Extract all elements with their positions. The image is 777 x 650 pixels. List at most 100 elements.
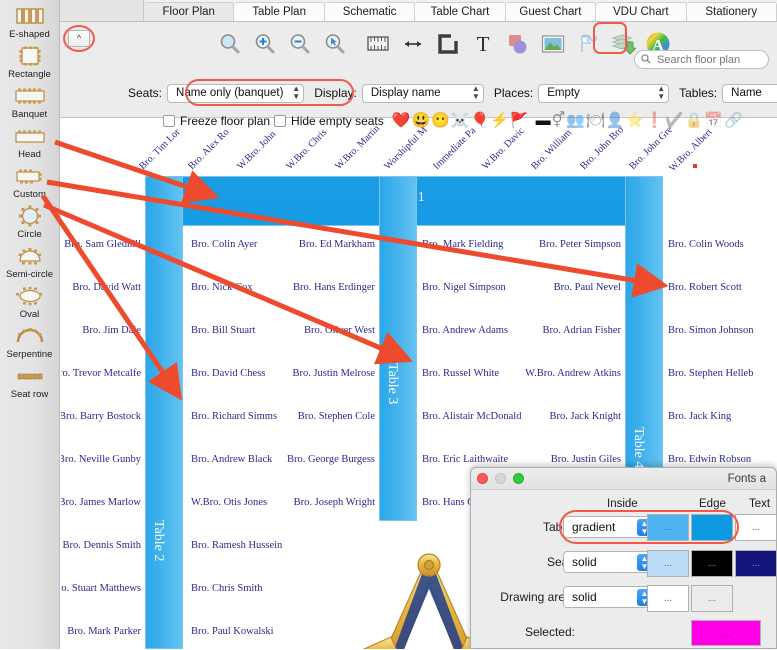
sidebar-item-semi-circle[interactable]: Semi-circle (0, 242, 59, 282)
selected-color-swatch[interactable]: ... (691, 620, 761, 646)
purple-face-icon[interactable]: 😶 (431, 113, 450, 129)
heart-icon[interactable]: ❤️ (392, 113, 411, 129)
zoom-icon[interactable] (513, 473, 524, 484)
person-add-icon[interactable]: 👤 (606, 113, 625, 129)
seat-label[interactable]: Bro. Justin Melrose (239, 368, 375, 379)
seat-label[interactable]: Bro. Barry Bostock (61, 411, 141, 422)
seat-label[interactable]: Bro. Paul Nevel (481, 282, 621, 293)
seat-label[interactable]: Bro. Ed Markham (239, 239, 375, 250)
zoom-selection-icon[interactable] (320, 29, 350, 59)
seat-label[interactable]: Bro. Adrian Fisher (481, 325, 621, 336)
seat-style-dropdown[interactable]: solid ▲ ▼ (563, 551, 655, 573)
table-2-shape[interactable]: Table 2 (145, 176, 183, 649)
arrows-horizontal-icon[interactable] (398, 29, 428, 59)
tab-table-plan[interactable]: Table Plan (234, 2, 325, 21)
table-edge-swatch[interactable]: ... (691, 514, 733, 541)
search-floor-plan-box[interactable] (634, 50, 769, 69)
tab-vdu-chart[interactable]: VDU Chart (596, 2, 687, 24)
seat-label[interactable]: Bro. Jack King (668, 411, 731, 422)
rotated-guest-name[interactable]: Bro. William (529, 127, 574, 172)
drawing-area-edge-swatch[interactable]: ... (691, 585, 733, 612)
group-icon[interactable]: 👥 (566, 113, 585, 129)
fonts-and-colors-dialog[interactable]: Fonts a Inside Edge Text Table: gradient… (470, 467, 777, 649)
seat-label[interactable]: W.Bro. Andrew Atkins (481, 368, 621, 379)
zoom-tool-icon[interactable] (215, 29, 245, 59)
seat-label[interactable]: Bro. Mark Parker (61, 626, 141, 637)
seat-label[interactable]: Bro. Sam Gledhill (61, 239, 141, 250)
search-input[interactable] (655, 52, 765, 67)
seat-label[interactable]: Bro. Robert Scott (668, 282, 742, 293)
seat-label[interactable]: Bro. Trevor Metcalfe (61, 368, 141, 379)
flag-icon[interactable]: 🚩 (510, 113, 529, 129)
grid-icon[interactable]: 📅 (704, 113, 723, 129)
table-inside-swatch[interactable]: ... (647, 514, 689, 541)
seat-label[interactable]: Bro. Hans Erdinger (239, 282, 375, 293)
exclamation-icon[interactable]: ❗ (645, 113, 664, 129)
seat-label[interactable]: Bro. Colin Woods (668, 239, 744, 250)
seat-label[interactable]: Bro. James Marlow (61, 497, 141, 508)
seat-label[interactable]: Bro. George Burgess (239, 454, 375, 465)
seat-label[interactable]: Bro. Edwin Robson (668, 454, 751, 465)
drawing-area-inside-swatch[interactable]: ... (647, 585, 689, 612)
zoom-in-icon[interactable] (250, 29, 280, 59)
tab-table-chart[interactable]: Table Chart (415, 2, 506, 21)
collapse-panel-button[interactable]: ^ (68, 30, 90, 47)
ruler-icon[interactable] (363, 29, 393, 59)
seat-label[interactable]: Bro. Oliver West (239, 325, 375, 336)
freeze-floor-plan-checkbox[interactable] (163, 115, 175, 127)
seat-label[interactable]: Bro. Hans C (422, 497, 474, 508)
hide-empty-seats-checkbox[interactable] (274, 115, 287, 127)
seat-label[interactable]: Bro. Stephen Helleb (668, 368, 753, 379)
zoom-out-icon[interactable] (285, 29, 315, 59)
display-dropdown[interactable]: Display name ▲ ▼ (361, 83, 484, 103)
tab-schematic[interactable]: Schematic (324, 2, 416, 21)
places-dropdown[interactable]: Empty ▲ ▼ (538, 83, 670, 103)
links-icon[interactable]: 🔗 (724, 113, 743, 129)
seat-label[interactable]: Bro. Stuart Matthews (61, 583, 141, 594)
seat-text-swatch[interactable]: ... (735, 550, 777, 577)
seat-label[interactable]: Bro. Jim Dale (61, 325, 141, 336)
check-icon[interactable]: ✔️ (665, 113, 684, 129)
lock-icon[interactable]: 🔒 (685, 113, 704, 129)
seat-label[interactable]: Bro. David Watt (61, 282, 141, 293)
seat-label[interactable]: Bro. Stephen Cole (239, 411, 375, 422)
sidebar-item-rectangle[interactable]: Rectangle (0, 42, 59, 82)
image-icon[interactable] (538, 29, 568, 59)
cutlery-icon[interactable]: 🍽 (586, 113, 605, 129)
seat-label[interactable]: Bro. Dennis Smith (61, 540, 141, 551)
seat-edge-swatch[interactable]: ... (691, 550, 733, 577)
seat-label[interactable]: Bro. Peter Simpson (481, 239, 621, 250)
sidebar-item-head[interactable]: Head (0, 122, 59, 162)
rotated-guest-name[interactable]: W.Bro. John (235, 129, 278, 172)
gradient-icon[interactable]: ▬ (536, 113, 551, 129)
shape-rectangle-icon[interactable] (433, 29, 463, 59)
minimize-icon[interactable] (495, 473, 506, 484)
sidebar-item-banquet[interactable]: Banquet (0, 82, 59, 122)
flag-path-icon[interactable] (573, 29, 603, 59)
tables-dropdown[interactable]: Name (722, 83, 777, 103)
sidebar-item-custom[interactable]: Custom (0, 162, 59, 202)
text-tool-icon[interactable]: T (468, 29, 498, 59)
seat-label[interactable]: Bro. Chris Smith (191, 583, 262, 594)
seat-label[interactable]: Bro. Justin Giles (481, 454, 621, 465)
seat-inside-swatch[interactable]: ... (647, 550, 689, 577)
table-4-shape[interactable]: Table 4 (625, 176, 663, 469)
tab-stationery[interactable]: Stationery (686, 2, 777, 21)
drawing-area-style-dropdown[interactable]: solid ▲ ▼ (563, 586, 655, 608)
seat-label[interactable]: Bro. Neville Gunby (61, 454, 141, 465)
table-3-shape[interactable]: Table 3 (379, 176, 417, 521)
seat-label[interactable]: Bro. Simon Johnson (668, 325, 753, 336)
sidebar-item-oval[interactable]: Oval (0, 282, 59, 322)
shapes-icon[interactable] (503, 29, 533, 59)
seat-label[interactable]: Bro. Paul Kowalski (191, 626, 274, 637)
tab-guest-chart[interactable]: Guest Chart (505, 2, 597, 21)
balloons-icon[interactable]: 🎈 (471, 113, 490, 129)
lightning-icon[interactable]: ⚡ (490, 113, 509, 129)
close-icon[interactable] (477, 473, 488, 484)
table-style-dropdown[interactable]: gradient ▲ ▼ (563, 516, 655, 538)
table-text-swatch[interactable]: ... (735, 514, 777, 541)
sidebar-item-serpentine[interactable]: Serpentine (0, 322, 59, 362)
seat-label[interactable]: Bro. Ramesh Hussein (191, 540, 282, 551)
fonts-dialog-titlebar[interactable]: Fonts a (471, 468, 776, 490)
tab-floor-plan[interactable]: Floor Plan (144, 2, 235, 21)
